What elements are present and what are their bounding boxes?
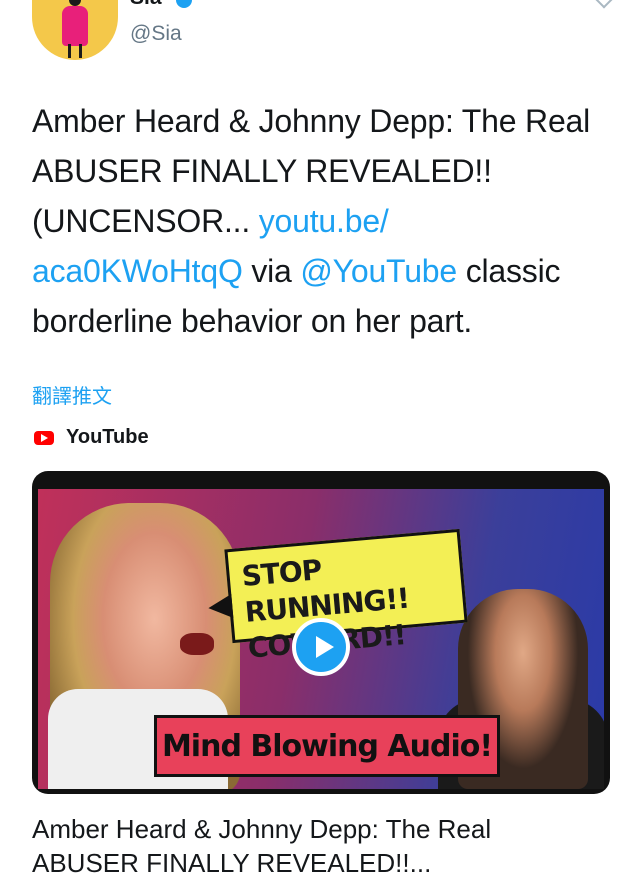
- card-title-line2: ABUSER FINALLY REVEALED!!...: [32, 848, 432, 878]
- avatar-figure-body: [62, 6, 88, 46]
- tweet: Sia @Sia Amber Heard & Johnny Depp: The …: [0, 0, 640, 887]
- video-thumbnail[interactable]: STOP RUNNING!! COWARD!! Mind Blowing Aud…: [38, 489, 604, 789]
- speech-bubble: STOP RUNNING!! COWARD!!: [224, 528, 468, 665]
- verified-badge-icon: [176, 0, 192, 8]
- thumbnail-banner: Mind Blowing Audio!: [154, 715, 500, 777]
- tweet-text-part2: via: [242, 253, 301, 289]
- display-name[interactable]: Sia: [130, 0, 162, 10]
- tweet-mention[interactable]: @YouTube: [300, 253, 457, 289]
- user-handle[interactable]: @Sia: [130, 22, 182, 46]
- avatar-figure-legs: [68, 44, 82, 58]
- speech-bubble-text: STOP RUNNING!! COWARD!!: [240, 540, 467, 667]
- thumbnail-banner-text: Mind Blowing Audio!: [161, 728, 493, 764]
- card-title[interactable]: Amber Heard & Johnny Depp: The Real ABUS…: [32, 812, 612, 880]
- caret-down-icon[interactable]: [595, 0, 613, 9]
- card-title-line1: Amber Heard & Johnny Depp: The Real: [32, 814, 492, 844]
- video-card[interactable]: STOP RUNNING!! COWARD!! Mind Blowing Aud…: [32, 471, 610, 794]
- avatar[interactable]: [32, 0, 118, 60]
- translate-tweet-link[interactable]: 翻譯推文: [32, 380, 112, 409]
- card-source: YouTube: [34, 426, 149, 449]
- card-source-name: YouTube: [66, 426, 149, 448]
- play-icon[interactable]: [292, 618, 350, 676]
- tweet-text: Amber Heard & Johnny Depp: The Real ABUS…: [32, 96, 612, 346]
- thumbnail-mouth: [180, 633, 214, 655]
- youtube-logo-icon: [34, 430, 54, 445]
